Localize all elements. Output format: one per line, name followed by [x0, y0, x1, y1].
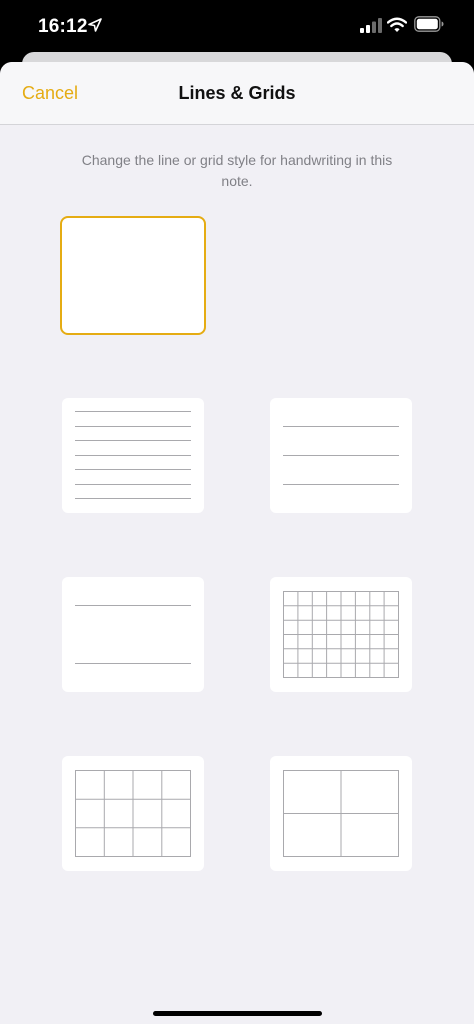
cellular-signal-icon [360, 18, 382, 33]
small-grid-preview [283, 591, 399, 678]
wide-lines-preview [283, 426, 399, 485]
narrow-lines-preview [75, 411, 191, 499]
location-arrow-icon [88, 18, 102, 32]
page-title: Lines & Grids [178, 83, 296, 103]
home-indicator[interactable] [153, 1011, 322, 1016]
style-option-extra-wide-lines[interactable] [62, 577, 204, 692]
lines-and-grids-sheet: Cancel Lines & Grids Change the line or … [0, 62, 474, 1024]
large-grid-preview [283, 770, 399, 857]
style-option-narrow-lines[interactable] [62, 398, 204, 513]
description-text: Change the line or grid style for handwr… [81, 152, 393, 189]
style-option-medium-grid[interactable] [62, 756, 204, 871]
nav-bar: Cancel Lines & Grids [0, 62, 474, 125]
style-option-blank[interactable] [60, 216, 206, 335]
medium-grid-preview [75, 770, 191, 857]
status-bar: 16:12 [0, 0, 474, 52]
wifi-icon [387, 17, 407, 32]
style-option-large-grid[interactable] [270, 756, 412, 871]
battery-icon [414, 16, 444, 32]
extra-wide-lines-preview [75, 605, 191, 664]
status-time: 16:12 [38, 16, 88, 37]
style-option-small-grid[interactable] [270, 577, 412, 692]
style-option-wide-lines[interactable] [270, 398, 412, 513]
